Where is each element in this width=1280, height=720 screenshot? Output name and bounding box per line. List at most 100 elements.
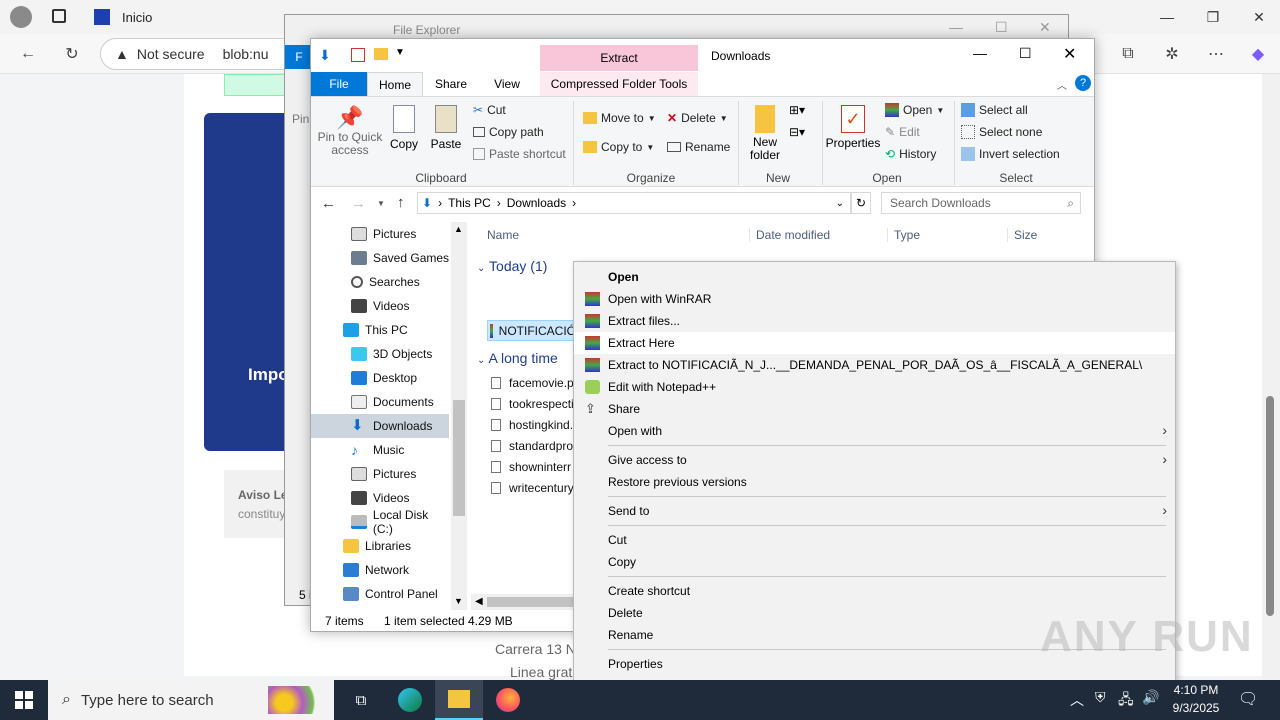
menu-extract-here[interactable]: Extract Here [574, 332, 1175, 354]
scroll-down-icon[interactable]: ▼ [454, 596, 463, 606]
menu-extract-to[interactable]: Extract to NOTIFICACIÃ_N_J...__DEMANDA_P… [574, 354, 1175, 376]
delete-button[interactable]: ✕ Delete ▼ [667, 111, 728, 125]
recent-locations-icon[interactable]: ▼ [377, 199, 385, 208]
back-icon[interactable]: ← [12, 38, 44, 70]
bg-file-tab[interactable]: F [285, 45, 313, 69]
nav-saved-games[interactable]: Saved Games [311, 246, 451, 270]
edge-icon[interactable] [386, 680, 434, 720]
crumb-this-pc[interactable]: This PC [448, 196, 491, 210]
col-type[interactable]: Type [887, 228, 920, 242]
col-name[interactable]: Name [487, 228, 519, 242]
menu-send-to[interactable]: Send to › [574, 500, 1175, 522]
tab-inicio[interactable]: Inicio [90, 0, 280, 34]
tray-chevron-icon[interactable]: ︿ [1070, 690, 1084, 710]
nav-pictures-2[interactable]: Pictures [311, 462, 451, 486]
tab-file[interactable]: File [311, 72, 367, 96]
nav-desktop[interactable]: Desktop [311, 366, 451, 390]
move-to-button[interactable]: Move to ▼ [583, 111, 656, 125]
menu-share[interactable]: ⇪ Share [574, 398, 1175, 420]
notifications-icon[interactable]: 🗨 [1238, 689, 1258, 709]
nav-3d-objects[interactable]: 3D Objects [311, 342, 451, 366]
nav-videos[interactable]: Videos [311, 294, 451, 318]
tab-view[interactable]: View [479, 72, 535, 96]
select-all-button[interactable]: Select all [961, 103, 1028, 117]
network-status-icon[interactable]: 🖧 [1118, 689, 1134, 713]
nav-scrollbar[interactable]: ▲ ▼ [451, 222, 467, 610]
volume-icon[interactable]: 🔊 [1142, 689, 1159, 706]
forward-nav-icon[interactable]: → [351, 195, 366, 212]
file-row[interactable]: showninterr [491, 456, 571, 477]
help-icon[interactable]: ? [1075, 75, 1091, 91]
back-nav-icon[interactable]: ← [321, 195, 336, 212]
page-scrollbar-thumb[interactable] [1266, 396, 1274, 616]
copilot-icon[interactable]: ◆ [1242, 38, 1274, 70]
new-folder-qa-icon[interactable] [374, 48, 388, 60]
breadcrumb[interactable]: ⬇ › This PC › Downloads › ⌄ [417, 192, 851, 214]
open-button[interactable]: Open ▼ [885, 103, 944, 117]
menu-restore-versions[interactable]: Restore previous versions [574, 471, 1175, 493]
tab-home[interactable]: Home [367, 72, 423, 96]
taskbar-search[interactable]: ⌕ Type here to search [48, 680, 334, 720]
bg-close-button[interactable]: ✕ [1039, 19, 1051, 36]
tab-share[interactable]: Share [423, 72, 479, 96]
select-none-button[interactable]: Select none [961, 125, 1042, 139]
collapse-ribbon-icon[interactable]: ︿ [1057, 77, 1067, 92]
nav-network[interactable]: Network [311, 558, 451, 582]
crumb-downloads[interactable]: Downloads [507, 196, 566, 210]
menu-open-with[interactable]: Open with › [574, 420, 1175, 442]
tray-security-icon[interactable]: ⛨ [1095, 689, 1106, 706]
edit-button[interactable]: ✎ Edit [885, 125, 920, 139]
browser-minimize-button[interactable]: — [1144, 0, 1190, 34]
copy-path-button[interactable]: Copy path [473, 125, 544, 139]
file-row[interactable]: writecentury [491, 477, 574, 498]
firefox-icon[interactable] [484, 680, 532, 720]
task-view-icon[interactable]: ⧉ [337, 680, 385, 720]
menu-cut[interactable]: Cut [574, 529, 1175, 551]
nav-libraries[interactable]: Libraries [311, 534, 451, 558]
new-folder-button[interactable]: New folder [745, 105, 785, 162]
quick-access-down-icon[interactable]: ⬇ [319, 47, 333, 63]
close-button[interactable]: ✕ [1063, 44, 1076, 64]
menu-give-access[interactable]: Give access to › [574, 449, 1175, 471]
collections-icon[interactable]: ⧉ [1112, 38, 1144, 70]
menu-open-with-winrar[interactable]: Open with WinRAR [574, 288, 1175, 310]
nav-documents[interactable]: Documents [311, 390, 451, 414]
menu-extract-files[interactable]: Extract files... [574, 310, 1175, 332]
menu-edit-notepadpp[interactable]: Edit with Notepad++ [574, 376, 1175, 398]
horizontal-scrollbar-thumb[interactable] [487, 597, 577, 607]
nav-control-panel[interactable]: Control Panel [311, 582, 451, 606]
file-explorer-icon[interactable] [435, 680, 483, 720]
history-button[interactable]: ⟲ History [885, 147, 936, 161]
pin-quick-access-button[interactable]: 📌 Pin to Quick access [317, 105, 383, 157]
properties-button[interactable]: ✓ Properties [825, 105, 881, 150]
refresh-button[interactable]: ↻ [851, 192, 871, 214]
tab-compressed-folder-tools[interactable]: Compressed Folder Tools [540, 72, 698, 96]
copy-button[interactable]: Copy [385, 105, 423, 151]
search-input[interactable]: Search Downloads ⌕ [881, 192, 1081, 214]
address-bar[interactable]: ▲ Not secure blob:nu [100, 38, 300, 70]
menu-open[interactable]: Open [574, 266, 1175, 288]
copy-to-button[interactable]: Copy to ▼ [583, 140, 654, 154]
properties-qa-icon[interactable] [351, 48, 365, 62]
profile-avatar[interactable] [10, 6, 32, 28]
selected-file-row[interactable]: NOTIFICACIÓ [487, 320, 577, 341]
new-item-icon[interactable]: ⊞▾ [789, 103, 805, 117]
nav-downloads[interactable]: ⬇ Downloads [311, 414, 449, 438]
clock-time[interactable]: 4:10 PM [1172, 683, 1220, 697]
extensions-icon[interactable]: ✲ [1156, 38, 1188, 70]
scroll-left-icon[interactable]: ◀ [475, 596, 483, 607]
refresh-icon[interactable]: ↻ [56, 38, 88, 70]
nav-pictures[interactable]: Pictures [311, 222, 451, 246]
nav-local-disk[interactable]: Local Disk (C:) [311, 508, 451, 536]
bg-minimize-button[interactable]: — [949, 19, 963, 35]
browser-restore-button[interactable]: ❐ [1190, 0, 1236, 34]
group-header-today[interactable]: ⌄ Today (1) [477, 258, 547, 274]
invert-selection-button[interactable]: Invert selection [961, 147, 1060, 161]
more-menu-icon[interactable]: ⋯ [1200, 38, 1232, 70]
maximize-button[interactable]: ☐ [1019, 45, 1032, 62]
nav-scrollbar-thumb[interactable] [453, 400, 465, 516]
nav-this-pc[interactable]: This PC [311, 318, 451, 342]
rename-button[interactable]: Rename [667, 140, 730, 154]
nav-videos-2[interactable]: Videos [311, 486, 451, 510]
file-row[interactable]: tookrespecti [491, 393, 574, 414]
